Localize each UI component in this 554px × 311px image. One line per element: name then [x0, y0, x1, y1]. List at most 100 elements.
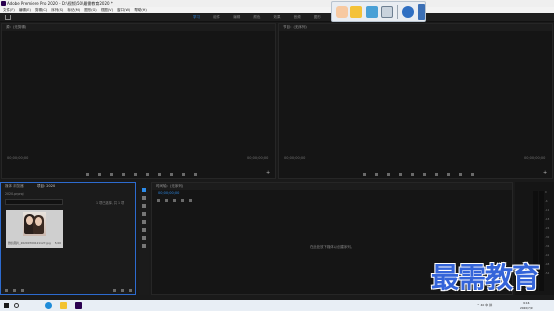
program-timecode-out: 00;00;00;00 — [524, 156, 546, 160]
step-forward-icon[interactable] — [146, 173, 149, 176]
new-item-icon[interactable] — [121, 289, 124, 292]
tab-graphics[interactable]: 图形 — [314, 13, 321, 22]
zoom-icon[interactable] — [381, 6, 393, 18]
type-tool-icon[interactable] — [142, 244, 146, 248]
go-to-in-icon[interactable] — [110, 173, 113, 176]
meter-scale-label: -24 — [545, 227, 550, 230]
tab-learn[interactable]: 学习 — [193, 13, 200, 22]
source-timecode-out: 00;00;00;00 — [247, 156, 269, 160]
list-view-icon[interactable] — [5, 289, 8, 292]
add-button-icon[interactable]: + — [266, 170, 270, 176]
tools-panel — [139, 182, 149, 295]
selection-tool-icon[interactable] — [142, 188, 146, 192]
ripple-edit-tool-icon[interactable] — [142, 204, 146, 208]
mark-in-icon[interactable] — [363, 173, 366, 176]
meter-scale-label: -48 — [545, 263, 550, 266]
taskbar: ^ 40 中 拼 9:16 2020/7/9 — [0, 300, 554, 311]
watermark-logo: 最需教育 — [431, 261, 540, 294]
project-search-input[interactable] — [5, 199, 63, 205]
clip-photo-image — [23, 212, 46, 236]
new-bin-icon[interactable] — [113, 289, 116, 292]
collapse-icon[interactable] — [418, 4, 425, 20]
pen-tool-icon[interactable] — [142, 228, 146, 232]
project-panel: 媒体 浏览器 项目: 2020 2020.prproj 1 项已选择, 共 1 … — [0, 182, 136, 295]
slip-tool-icon[interactable] — [142, 220, 146, 224]
freeform-view-icon[interactable] — [21, 289, 24, 292]
extract-icon[interactable] — [459, 173, 462, 176]
meter-scale-label: -12 — [545, 209, 550, 212]
trash-icon[interactable] — [129, 289, 132, 292]
meter-scale-label: -42 — [545, 254, 550, 257]
track-select-tool-icon[interactable] — [142, 196, 146, 200]
image-icon[interactable] — [366, 6, 378, 18]
tab-effects[interactable]: 效果 — [274, 13, 281, 22]
meter-scale-label: -30 — [545, 236, 550, 239]
info-icon[interactable] — [402, 6, 414, 18]
tab-assembly[interactable]: 组件 — [213, 13, 220, 22]
windows-start-icon[interactable] — [4, 303, 9, 308]
floating-toolbar — [331, 1, 426, 22]
snap-icon[interactable] — [165, 199, 168, 202]
program-timecode-in: 00;00;00;00 — [284, 156, 306, 160]
note-icon[interactable] — [350, 6, 362, 18]
step-back-icon[interactable] — [399, 173, 402, 176]
wrench-icon[interactable] — [189, 199, 192, 202]
project-tabs: 媒体 浏览器 项目: 2020 — [1, 183, 135, 190]
source-monitor-title: 源：(无剪辑) — [2, 24, 275, 31]
source-monitor: 源：(无剪辑) 00;00;00;00 00;00;00;00 + — [1, 23, 276, 179]
clip-name: 微信图片_20200709121127.jpg — [8, 241, 51, 245]
tab-media-browser[interactable]: 媒体 浏览器 — [5, 183, 24, 190]
add-button-icon[interactable]: + — [543, 170, 547, 176]
export-frame-icon[interactable] — [194, 173, 197, 176]
meter-scale-label: -6 — [545, 200, 548, 203]
taskbar-clock[interactable]: 9:16 2020/7/9 — [520, 301, 533, 310]
clock-date: 2020/7/9 — [520, 305, 533, 310]
go-to-in-icon[interactable] — [387, 173, 390, 176]
mark-out-icon[interactable] — [98, 173, 101, 176]
meter-scale-label: -36 — [545, 245, 550, 248]
edge-browser-icon[interactable] — [45, 302, 52, 309]
step-back-icon[interactable] — [122, 173, 125, 176]
hand-tool-icon[interactable] — [142, 236, 146, 240]
play-icon[interactable] — [134, 173, 137, 176]
razor-tool-icon[interactable] — [142, 212, 146, 216]
linked-selection-icon[interactable] — [173, 199, 176, 202]
overwrite-icon[interactable] — [182, 173, 185, 176]
program-transport-controls: + — [279, 170, 552, 179]
source-timecode-in: 00;00;00;00 — [7, 156, 29, 160]
timeline-toolbar — [155, 196, 215, 202]
hand-icon[interactable] — [336, 6, 348, 18]
tab-editing[interactable]: 编辑 — [233, 13, 240, 22]
clip-duration: 5;00 — [54, 241, 61, 245]
title-bar: Adobe Premiere Pro 2020 - D:\视频\50\最需教育2… — [0, 0, 554, 7]
insert-icon[interactable] — [170, 173, 173, 176]
meter-scale-label: -18 — [545, 218, 550, 221]
tab-color[interactable]: 颜色 — [253, 13, 260, 22]
mark-in-icon[interactable] — [86, 173, 89, 176]
step-forward-icon[interactable] — [423, 173, 426, 176]
nest-icon[interactable] — [157, 199, 160, 202]
search-icon[interactable] — [14, 303, 19, 308]
timeline-title: 时间轴：(无序列) — [152, 183, 512, 190]
home-icon[interactable] — [5, 15, 11, 20]
window-title: Adobe Premiere Pro 2020 - D:\视频\50\最需教育2… — [7, 1, 113, 6]
premiere-pro-icon[interactable] — [75, 302, 82, 309]
play-icon[interactable] — [411, 173, 414, 176]
export-frame-icon[interactable] — [471, 173, 474, 176]
meter-scale-label: -54 — [545, 272, 550, 275]
file-explorer-icon[interactable] — [60, 302, 67, 309]
clip-thumbnail[interactable]: 微信图片_20200709121127.jpg 5;00 — [6, 210, 63, 248]
tab-project[interactable]: 项目: 2020 — [37, 183, 55, 190]
system-tray[interactable]: ^ 40 中 拼 — [477, 300, 492, 311]
project-filename: 2020.prproj — [5, 192, 24, 196]
go-to-out-icon[interactable] — [435, 173, 438, 176]
lift-icon[interactable] — [447, 173, 450, 176]
premiere-logo-icon — [1, 1, 6, 6]
add-marker-icon[interactable] — [181, 199, 184, 202]
tab-audio[interactable]: 音频 — [294, 13, 301, 22]
mark-out-icon[interactable] — [375, 173, 378, 176]
timeline-timecode[interactable]: 00;00;00;00 — [158, 191, 179, 195]
program-monitor: 节目：(无序列) 00;00;00;00 00;00;00;00 + — [278, 23, 553, 179]
icon-view-icon[interactable] — [13, 289, 16, 292]
go-to-out-icon[interactable] — [158, 173, 161, 176]
